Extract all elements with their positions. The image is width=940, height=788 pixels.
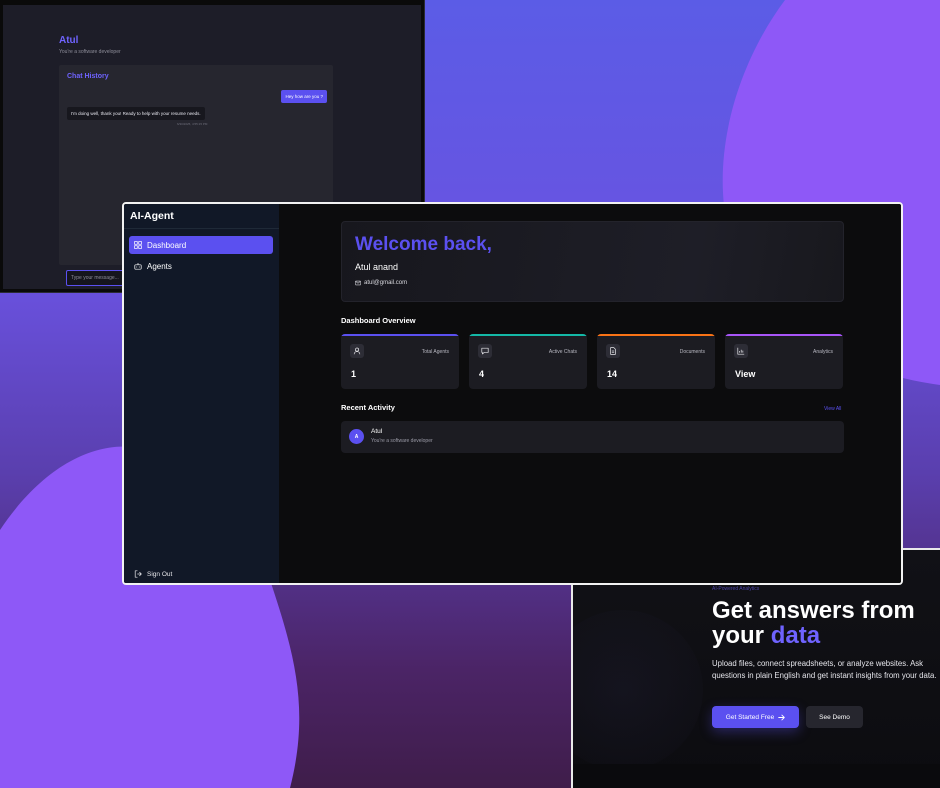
stat-card-documents[interactable]: Documents 14 [597,334,715,389]
user-email: atul@gmail.com [355,280,407,286]
view-all-link[interactable]: View All [824,406,841,412]
sidebar-item-label: Agents [147,261,172,271]
stat-card-analytics[interactable]: Analytics View [725,334,843,389]
see-demo-button[interactable]: See Demo [806,706,863,728]
arrow-right-icon [778,714,785,720]
bot-icon [134,263,142,270]
sidebar: AI-Agent Dashboard Agents Sign Out [124,204,279,583]
stat-label: Documents [679,349,705,355]
hero-title-prefix: your [712,622,765,649]
activity-item[interactable]: A Atul You're a software developer [341,421,844,453]
user-name: Atul anand [355,262,399,272]
dashboard-window: AI-Agent Dashboard Agents Sign Out Welco… [122,202,903,585]
welcome-title: Welcome back, [355,234,492,255]
user-email-text: atul@gmail.com [364,280,408,286]
activity-name: Atul [371,428,383,435]
sidebar-item-label: Dashboard [147,240,187,250]
background-glow [573,610,703,770]
sidebar-item-dashboard[interactable]: Dashboard [129,236,273,254]
stat-value: 14 [607,369,618,379]
chart-icon [734,344,748,358]
stat-accent-bar [597,334,715,336]
stat-value: View [735,369,756,379]
hero-title-line-2: your data [712,623,940,648]
dashboard-icon [134,241,142,249]
sidebar-divider [124,228,279,229]
stat-label: Active Chats [548,349,577,355]
stat-card-total-agents[interactable]: Total Agents 1 [341,334,459,389]
hero-title-accent: data [770,622,821,649]
hero-title: Get answers from your data [712,598,940,648]
chat-icon [478,344,492,358]
sign-out-label: Sign Out [147,570,173,578]
hero-title-line-1: Get answers from [712,597,915,624]
chat-history-title: Chat History [67,73,109,80]
sidebar-item-agents[interactable]: Agents [129,257,273,275]
document-icon [606,344,620,358]
welcome-card: Welcome back, Atul anand atul@gmail.com [341,221,844,302]
avatar: A [349,429,364,444]
stat-label: Analytics [812,349,833,355]
user-icon [350,344,364,358]
hero-eyebrow: AI-Powered Analytics [712,586,760,592]
sign-out-button[interactable]: Sign Out [134,570,172,578]
assistant-message: I'm doing well, thank you! Ready to help… [67,107,205,120]
get-started-label: Get Started Free [725,713,775,721]
landing-footer [573,764,940,788]
sign-out-icon [134,570,142,578]
message-input[interactable] [66,270,126,286]
activity-description: You're a software developer [371,438,433,444]
hero-description: Upload files, connect spreadsheets, or a… [712,659,937,680]
stat-label: Total Agents [421,349,449,355]
app-logo[interactable]: AI-Agent [130,210,174,222]
mail-icon [355,280,361,286]
main-content: Welcome back, Atul anand atul@gmail.com … [279,204,901,583]
stat-accent-bar [469,334,587,336]
get-started-button[interactable]: Get Started Free [712,706,799,728]
chat-agent-name: Atul [59,35,79,46]
stat-accent-bar [725,334,843,336]
stat-value: 1 [351,369,357,379]
stat-accent-bar [341,334,459,336]
stat-card-active-chats[interactable]: Active Chats 4 [469,334,587,389]
message-timestamp: 6/30/2025, 4:55:15 PM [177,122,208,126]
user-message: Hey how are you ? [281,90,327,103]
stat-value: 4 [479,369,485,379]
overview-title: Dashboard Overview [341,316,416,325]
recent-activity-title: Recent Activity [341,403,395,412]
chat-agent-role: You're a software developer [59,49,121,55]
